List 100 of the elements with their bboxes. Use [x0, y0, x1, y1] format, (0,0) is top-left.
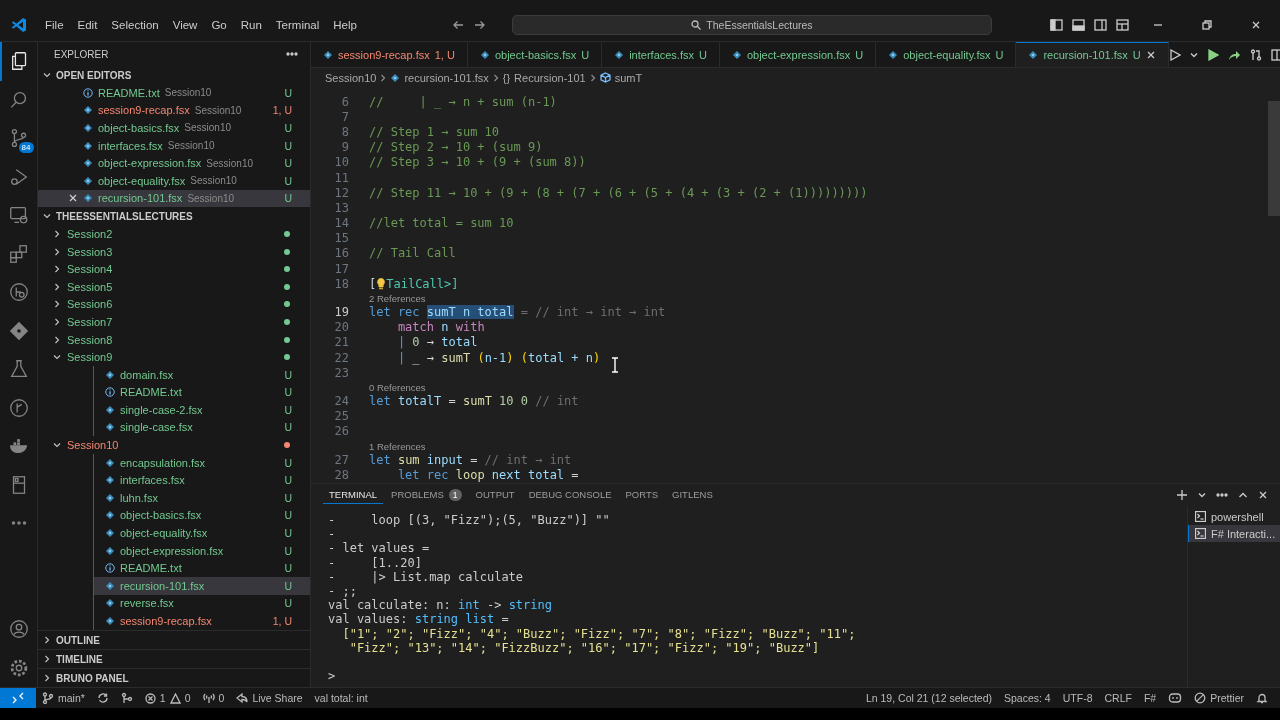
explorer-entry[interactable]: session9-recap.fsx: [83, 101, 190, 120]
references-lens[interactable]: 0 References: [369, 382, 426, 394]
explorer-entry[interactable]: interfaces.fsx: [83, 136, 163, 155]
section-header[interactable]: OUTLINE: [38, 630, 310, 649]
share-arrow-icon[interactable]: [1227, 48, 1241, 61]
folder-name[interactable]: Session3: [67, 245, 113, 258]
command-center[interactable]: TheEssentialsLectures: [511, 14, 992, 35]
explorer-entry[interactable]: recursion-101.fsx: [83, 189, 183, 208]
breadcrumb-item[interactable]: Session10: [325, 71, 377, 84]
explorer-entry[interactable]: object-equality.fsx: [105, 524, 208, 542]
chevron-right-icon[interactable]: [52, 281, 62, 292]
split-editor-icon[interactable]: [1270, 48, 1280, 61]
problems-status[interactable]: 1 0: [138, 688, 197, 708]
explorer-entry[interactable]: object-equality.fsx: [83, 171, 186, 190]
status-item[interactable]: val total: int: [308, 688, 374, 708]
restore-icon[interactable]: [1202, 19, 1212, 30]
explorer-entry[interactable]: README.txt: [83, 84, 160, 102]
layout-icon[interactable]: [1116, 18, 1129, 31]
explorer-entry[interactable]: README.txt: [105, 383, 182, 402]
more-icon[interactable]: [286, 52, 298, 56]
section-header[interactable]: OPEN EDITORS: [38, 66, 310, 84]
panel-tab[interactable]: PORTS: [619, 486, 665, 504]
panel-tab[interactable]: OUTPUT: [469, 486, 521, 504]
status-item[interactable]: UTF-8: [1056, 688, 1099, 708]
section-header[interactable]: TIMELINE: [38, 649, 310, 668]
play-icon[interactable]: [1206, 48, 1219, 61]
explorer-entry[interactable]: session9-recap.fsx: [105, 612, 212, 630]
folder-name[interactable]: Session10: [67, 439, 119, 452]
panel-tab[interactable]: GITLENS: [666, 486, 719, 504]
more-icon[interactable]: [1216, 493, 1228, 497]
compare-icon[interactable]: [1249, 48, 1262, 61]
bell-icon[interactable]: [1256, 692, 1268, 704]
chevron-right-icon[interactable]: [42, 635, 52, 645]
chevron-right-icon[interactable]: [42, 673, 52, 683]
chevron-right-icon[interactable]: [42, 654, 52, 664]
caret-icon[interactable]: [1198, 491, 1206, 499]
status-item[interactable]: Ln 19, Col 21 (12 selected): [859, 688, 998, 708]
menu-item[interactable]: Go: [204, 16, 234, 33]
chevron-right-icon[interactable]: [52, 264, 62, 275]
breadcrumb-item[interactable]: recursion-101.fsx: [404, 71, 489, 84]
section-header[interactable]: THEESSENTIALSLECTURES: [38, 207, 310, 226]
maximize-panel-icon[interactable]: [1238, 490, 1248, 500]
account-icon[interactable]: [7, 618, 30, 641]
run-icon[interactable]: [1168, 48, 1181, 61]
panel-toggle-icon[interactable]: [1072, 18, 1085, 31]
menu-item[interactable]: Help: [326, 16, 364, 33]
folder-name[interactable]: Session7: [67, 315, 113, 328]
add-icon[interactable]: [1176, 489, 1188, 501]
explorer-entry[interactable]: recursion-101.fsx: [105, 577, 205, 595]
folder-name[interactable]: Session6: [67, 298, 113, 311]
panel-tab[interactable]: PROBLEMS 1: [385, 485, 468, 505]
breadcrumb-item[interactable]: Recursion-101: [514, 71, 586, 84]
editor-tab[interactable]: recursion-101.fsx U: [1016, 42, 1169, 67]
copilot-icon[interactable]: [1168, 692, 1183, 704]
status-item[interactable]: Live Share: [230, 688, 309, 708]
explorer-entry[interactable]: object-basics.fsx: [83, 119, 180, 137]
folder-name[interactable]: Session5: [67, 280, 113, 293]
chevron-down-icon[interactable]: [42, 70, 52, 80]
chevron-right-icon[interactable]: [52, 299, 62, 310]
explorer-entry[interactable]: object-basics.fsx: [105, 506, 202, 525]
references-lens[interactable]: 2 References: [369, 293, 426, 305]
chevron-right-icon[interactable]: [52, 246, 62, 257]
status-item[interactable]: F#: [1137, 688, 1163, 708]
folder-name[interactable]: Session2: [67, 227, 113, 240]
caret-icon[interactable]: [1189, 50, 1198, 59]
folder-name[interactable]: Session9: [67, 351, 113, 364]
explorer-entry[interactable]: README.txt: [105, 559, 182, 578]
menu-item[interactable]: Run: [233, 16, 269, 33]
status-item[interactable]: main*: [36, 688, 91, 708]
menu-item[interactable]: View: [165, 16, 205, 33]
secondary-sidebar-icon[interactable]: [1094, 18, 1107, 31]
close-icon[interactable]: [1251, 19, 1261, 30]
back-arrow-icon[interactable]: [451, 18, 464, 31]
explorer-entry[interactable]: single-case.fsx: [105, 418, 193, 437]
explorer-entry[interactable]: single-case-2.fsx: [105, 401, 203, 419]
scrollbar[interactable]: [1268, 101, 1280, 216]
chevron-right-icon[interactable]: [52, 228, 62, 239]
explorer-entry[interactable]: reverse.fsx: [105, 594, 174, 613]
panel-tab[interactable]: TERMINAL: [323, 486, 384, 504]
explorer-entry[interactable]: luhn.fsx: [105, 489, 158, 507]
explorer-entry[interactable]: interfaces.fsx: [105, 471, 185, 490]
menu-item[interactable]: Selection: [104, 16, 166, 33]
status-item[interactable]: Prettier: [1188, 688, 1250, 708]
extensions-icon[interactable]: [7, 242, 30, 265]
explorer-entry[interactable]: object-expression.fsx: [83, 154, 202, 172]
panel-tab[interactable]: DEBUG CONSOLE: [522, 486, 618, 504]
explorer-entry[interactable]: object-expression.fsx: [105, 541, 224, 560]
folder-name[interactable]: Session8: [67, 333, 113, 346]
chevron-right-icon[interactable]: [52, 334, 62, 345]
chevron-right-icon[interactable]: [52, 316, 62, 327]
menu-item[interactable]: Terminal: [268, 16, 327, 33]
explorer-entry[interactable]: domain.fsx: [105, 365, 174, 384]
diamond-icon[interactable]: [7, 319, 30, 342]
close-tab-icon[interactable]: [1145, 50, 1156, 60]
references-lens[interactable]: 1 References: [369, 440, 426, 452]
explorer-entry[interactable]: encapsulation.fsx: [105, 453, 205, 472]
sidebar-toggle-icon[interactable]: [1050, 18, 1063, 31]
folder-name[interactable]: Session4: [67, 263, 113, 276]
terminal-item[interactable]: powershell: [1188, 508, 1280, 525]
status-item[interactable]: CRLF: [1098, 688, 1138, 708]
